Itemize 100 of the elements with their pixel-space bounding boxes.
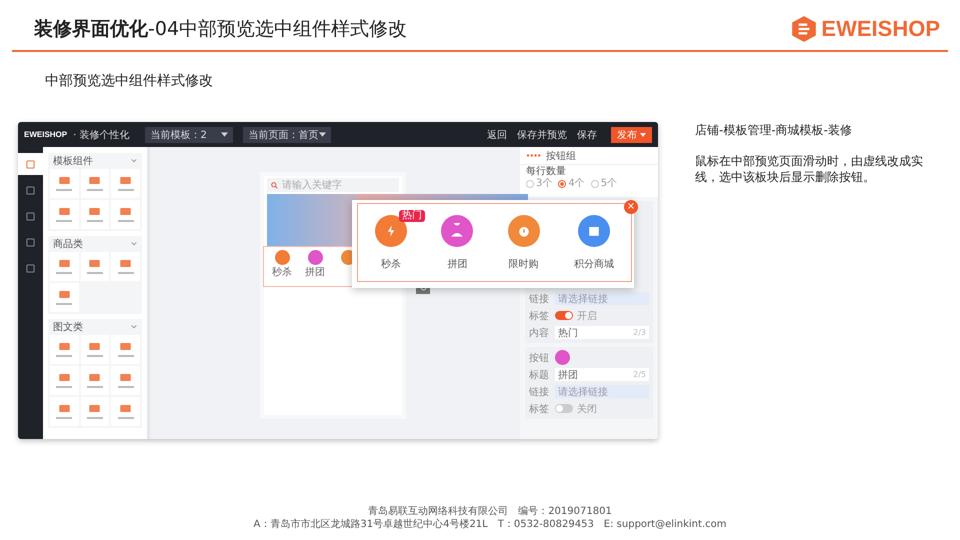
component-icon (89, 374, 100, 380)
component-icon (58, 290, 70, 298)
chevron-icon[interactable] (131, 324, 137, 330)
toggle-state: 开启 (577, 310, 597, 322)
component-icon (58, 176, 70, 184)
caret-icon (221, 132, 228, 137)
component-icon (89, 176, 100, 184)
component-tile[interactable] (50, 366, 79, 395)
caret-icon (319, 132, 326, 137)
component-icon (120, 342, 132, 350)
toolbar-link[interactable]: 返回 (487, 128, 507, 142)
radio-option[interactable]: 5个 (590, 178, 618, 190)
publish-button[interactable]: 发布 (611, 126, 652, 142)
field-label: 按钮 (529, 352, 550, 364)
nav-icon (26, 264, 35, 272)
group-title: 模板组件 (53, 154, 93, 168)
close-button[interactable]: × (624, 200, 638, 214)
radio-option[interactable]: 4个 (558, 178, 585, 190)
component-tile[interactable] (80, 169, 110, 198)
component-tile[interactable] (80, 335, 110, 364)
button-label: 秒杀 (381, 258, 402, 270)
component-tile[interactable] (50, 252, 79, 281)
nav-icon (26, 238, 35, 246)
nav-icon (26, 160, 35, 168)
component-tile[interactable] (111, 335, 140, 364)
field-label: 标题 (529, 368, 550, 382)
footer-text: A：青岛市市北区龙城路31号卓越世纪中心4号楼21L T：0532-80829453 E: support@elinkint.com (252, 518, 728, 531)
toolbar-link[interactable]: 保存 (577, 128, 597, 142)
template-dropdown[interactable]: 当前模板：2 (145, 126, 234, 142)
component-tile[interactable] (50, 200, 79, 229)
chevron-icon[interactable] (131, 158, 137, 164)
component-icon (89, 342, 100, 350)
radio-option[interactable]: 3个 (526, 178, 552, 190)
component-icon (120, 176, 132, 184)
component-icon (120, 208, 132, 214)
component-icon (58, 260, 70, 266)
search-icon (271, 182, 278, 188)
field-label: 每行数量 (526, 166, 567, 178)
link-field[interactable]: 请选择链接 (555, 292, 649, 305)
toggle-switch[interactable] (555, 404, 573, 413)
input-field[interactable]: 拼团 2/5 (555, 368, 649, 381)
component-tile[interactable] (111, 252, 140, 281)
panel-title: 按钮组 (546, 150, 576, 162)
input-field[interactable]: 热门 2/3 (555, 326, 649, 339)
component-icon (120, 404, 132, 412)
button-label: 秒杀 (272, 266, 292, 279)
field-label: 标签 (529, 402, 550, 416)
component-tile[interactable] (111, 200, 140, 229)
field-label: 内容 (529, 326, 550, 340)
component-tile[interactable] (111, 169, 140, 198)
component-icon (120, 260, 132, 266)
component-tile[interactable] (50, 169, 79, 198)
app-logo: EWEISHOP (24, 130, 68, 139)
hot-badge: 热门 (399, 210, 426, 222)
component-tile[interactable] (80, 252, 110, 281)
button-label: 拼团 (447, 258, 468, 270)
link-field[interactable]: 请选择链接 (555, 385, 649, 398)
component-icon (58, 208, 70, 214)
component-tile[interactable] (80, 366, 110, 395)
slide-title: 装修界面优化-04中部预览选中组件样式修改 (34, 17, 408, 42)
component-tile[interactable] (50, 397, 79, 426)
caret-icon (640, 132, 646, 136)
component-icon (58, 374, 70, 380)
nav-item[interactable] (18, 153, 43, 175)
template-dropdown[interactable]: 当前页面：首页 (243, 126, 332, 142)
group-title: 商品类 (53, 238, 83, 251)
button-label: 限时购 (508, 258, 539, 270)
component-icon (120, 374, 132, 380)
brand-logo-text: EWEISHOP (821, 16, 940, 42)
component-tile[interactable] (80, 397, 110, 426)
component-icon (58, 342, 70, 350)
button-label: 积分商城 (574, 258, 614, 270)
button-icon[interactable] (555, 350, 570, 365)
dots-icon (526, 154, 542, 157)
nav-icon (26, 186, 35, 194)
breadcrumb-text: 店铺-模板管理-商城模板-装修 (695, 122, 853, 139)
description-text: 鼠标在中部预览页面滑动时，由虚线改成实线，选中该板块后显示删除按钮。 (695, 153, 924, 185)
component-icon (89, 404, 100, 412)
component-icon (58, 404, 70, 412)
toggle-state: 关闭 (577, 402, 597, 416)
group-title: 图文类 (53, 320, 83, 334)
button-label: 拼团 (305, 266, 325, 279)
nav-icon (26, 212, 35, 220)
component-tile[interactable] (50, 335, 79, 364)
hexagon-logo-icon (791, 15, 818, 43)
component-tile[interactable] (111, 366, 140, 395)
app-title: · 装修个性化 (73, 128, 130, 142)
component-icon (89, 208, 100, 214)
toggle-switch[interactable] (555, 311, 573, 320)
field-label: 链接 (529, 292, 550, 306)
field-label: 链接 (529, 386, 550, 398)
component-tile[interactable] (111, 397, 140, 426)
slide-subtitle: 中部预览选中组件样式修改 (45, 72, 214, 90)
chevron-icon[interactable] (131, 241, 137, 247)
component-tile[interactable] (80, 200, 110, 229)
footer-text: 青岛易联互动网络科技有限公司 编号：2019071801 (367, 505, 613, 518)
search-field[interactable]: 请输入关键字 (267, 178, 399, 192)
component-tile[interactable] (50, 283, 79, 312)
field-label: 标签 (529, 310, 550, 322)
toolbar-link[interactable]: 保存并预览 (517, 128, 567, 142)
